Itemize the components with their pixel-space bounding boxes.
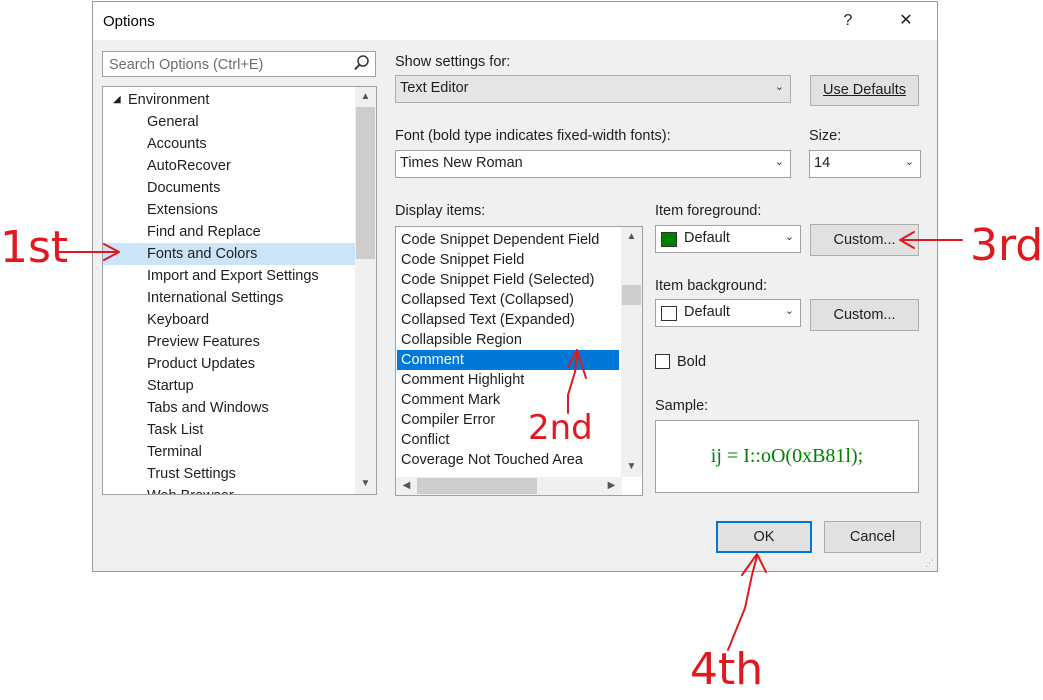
annotation-4th: 4th bbox=[690, 644, 764, 695]
annotation-1st: 1st bbox=[0, 222, 69, 273]
annotation-2nd: 2nd bbox=[528, 408, 593, 448]
arrow-3rd bbox=[899, 231, 963, 249]
annotation-arrows bbox=[57, 231, 963, 651]
annotation-3rd: 3rd bbox=[970, 220, 1043, 271]
arrow-2nd bbox=[567, 349, 587, 414]
arrow-4th bbox=[727, 553, 767, 651]
